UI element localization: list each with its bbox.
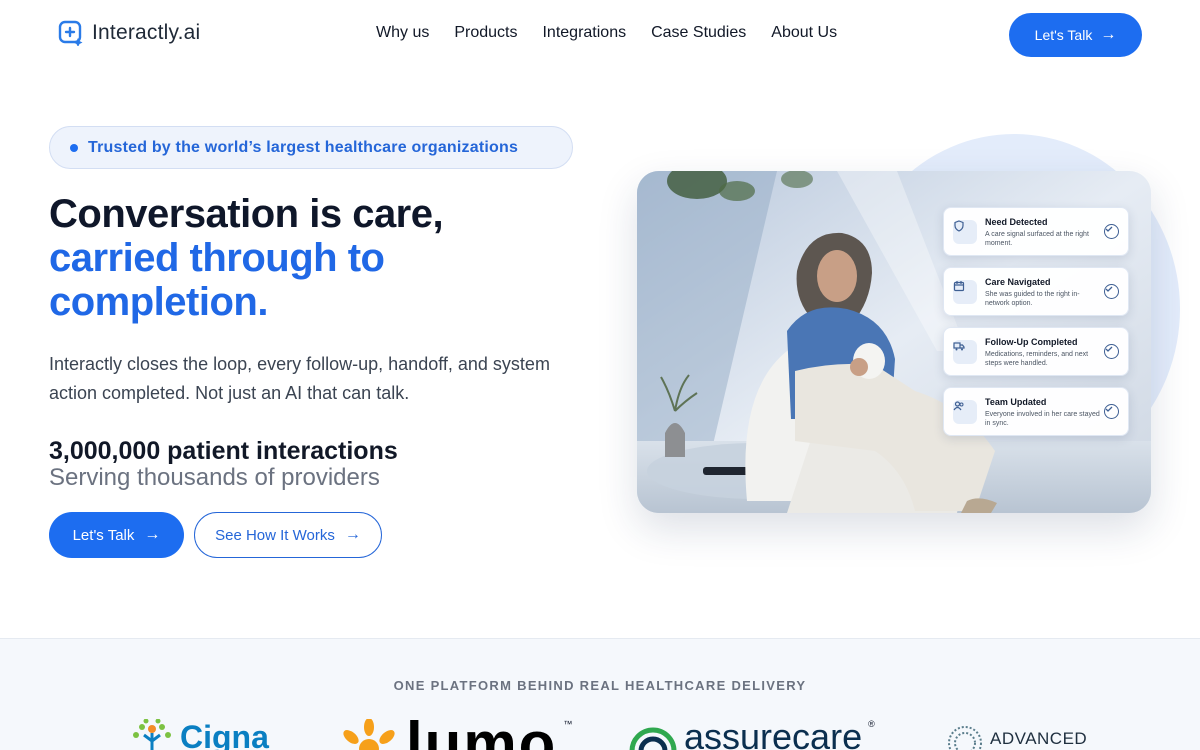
nav-link-case-studies[interactable]: Case Studies — [651, 24, 746, 42]
arrow-right-icon: → — [144, 526, 161, 543]
arrow-right-icon: → — [1100, 26, 1117, 43]
cigna-logo: Cigna — [130, 719, 269, 750]
card-title: Team Updated — [985, 397, 1047, 407]
lets-talk-button[interactable]: Let's Talk → — [49, 512, 184, 558]
logo-text: Interactly.ai — [92, 21, 201, 44]
users-icon — [953, 400, 977, 424]
check-circle-icon — [1104, 284, 1119, 299]
card-description: Medications, reminders, and next steps w… — [985, 351, 1089, 367]
nav-link-integrations[interactable]: Integrations — [542, 24, 626, 42]
customer-logos-section: ONE PLATFORM BEHIND REAL HEALTHCARE DELI… — [0, 638, 1200, 750]
assurecare-logo: assurecare ® — [628, 719, 875, 750]
see-how-it-works-button[interactable]: See How It Works → — [194, 512, 382, 558]
card-description: A care signal surfaced at the right mome… — [985, 231, 1089, 247]
headline-line-2: carried through to — [49, 236, 385, 280]
headline-line-1: Conversation is care, — [49, 192, 444, 236]
check-circle-icon — [1104, 344, 1119, 359]
lumo-logo: lumo ™ — [338, 710, 573, 750]
nav-link-why-us[interactable]: Why us — [376, 24, 429, 42]
hero-subtext: Interactly closes the loop, every follow… — [49, 354, 550, 403]
status-card-care-navigated: Care Navigated She was guided to the rig… — [943, 267, 1129, 316]
lets-talk-label: Let's Talk — [72, 526, 135, 544]
card-title: Follow-Up Completed — [985, 337, 1078, 347]
status-card-follow-up-completed: Follow-Up Completed Medications, reminde… — [943, 327, 1129, 376]
stat-providers: Serving thousands of providers — [49, 464, 380, 491]
lumo-wordmark: lumo — [406, 710, 558, 750]
registered-symbol: ® — [868, 719, 875, 729]
shield-icon — [953, 220, 977, 244]
hero-headline: Conversation is care, carried through to… — [49, 192, 609, 324]
cigna-wordmark: Cigna — [180, 719, 269, 750]
hero-image: Need Detected A care signal surfaced at … — [637, 171, 1151, 513]
advanced-wordmark: ADVANCED — [990, 729, 1088, 748]
nav-cta-label: Let's Talk — [1034, 27, 1093, 43]
arrow-right-icon: → — [344, 526, 361, 543]
stat-interactions: 3,000,000 patient interactions — [49, 437, 398, 465]
status-card-team-updated: Team Updated Everyone involved in her ca… — [943, 387, 1129, 436]
top-navigation: Interactly.ai Why us Products Integratio… — [0, 0, 1200, 70]
card-description: She was guided to the right in-network o… — [985, 291, 1080, 307]
truck-icon — [953, 340, 977, 364]
logo-icon — [58, 20, 83, 46]
logos-section-title: ONE PLATFORM BEHIND REAL HEALTHCARE DELI… — [393, 678, 807, 693]
see-how-it-works-label: See How It Works — [215, 526, 335, 544]
advanced-logo: ADVANCED — [946, 719, 1087, 750]
advanced-dots-icon — [948, 726, 982, 750]
check-circle-icon — [1104, 224, 1119, 239]
calendar-icon — [953, 280, 977, 304]
badge-dot-icon — [70, 143, 78, 152]
card-title: Care Navigated — [985, 277, 1051, 287]
status-card-need-detected: Need Detected A care signal surfaced at … — [943, 207, 1129, 256]
nav-link-products[interactable]: Products — [454, 24, 517, 42]
trademark-symbol: ™ — [563, 719, 573, 729]
logo[interactable]: Interactly.ai — [58, 20, 200, 46]
assurecare-ring-icon — [629, 727, 677, 750]
check-circle-icon — [1104, 404, 1119, 419]
lumo-sun-icon — [343, 719, 395, 750]
nav-links: Why us Products Integrations Case Studie… — [376, 24, 837, 42]
trust-badge: Trusted by the world’s largest healthcar… — [49, 126, 573, 169]
card-description: Everyone involved in her care stayed in … — [985, 411, 1100, 427]
headline-line-3: completion. — [49, 280, 268, 324]
trust-badge-text: Trusted by the world’s largest healthcar… — [88, 138, 519, 156]
assurecare-wordmark: assurecare — [684, 716, 863, 750]
nav-link-about-us[interactable]: About Us — [771, 24, 837, 42]
nav-lets-talk-button[interactable]: Let's Talk → — [1009, 13, 1142, 57]
cigna-tree-icon — [133, 719, 171, 750]
card-title: Need Detected — [985, 217, 1048, 227]
